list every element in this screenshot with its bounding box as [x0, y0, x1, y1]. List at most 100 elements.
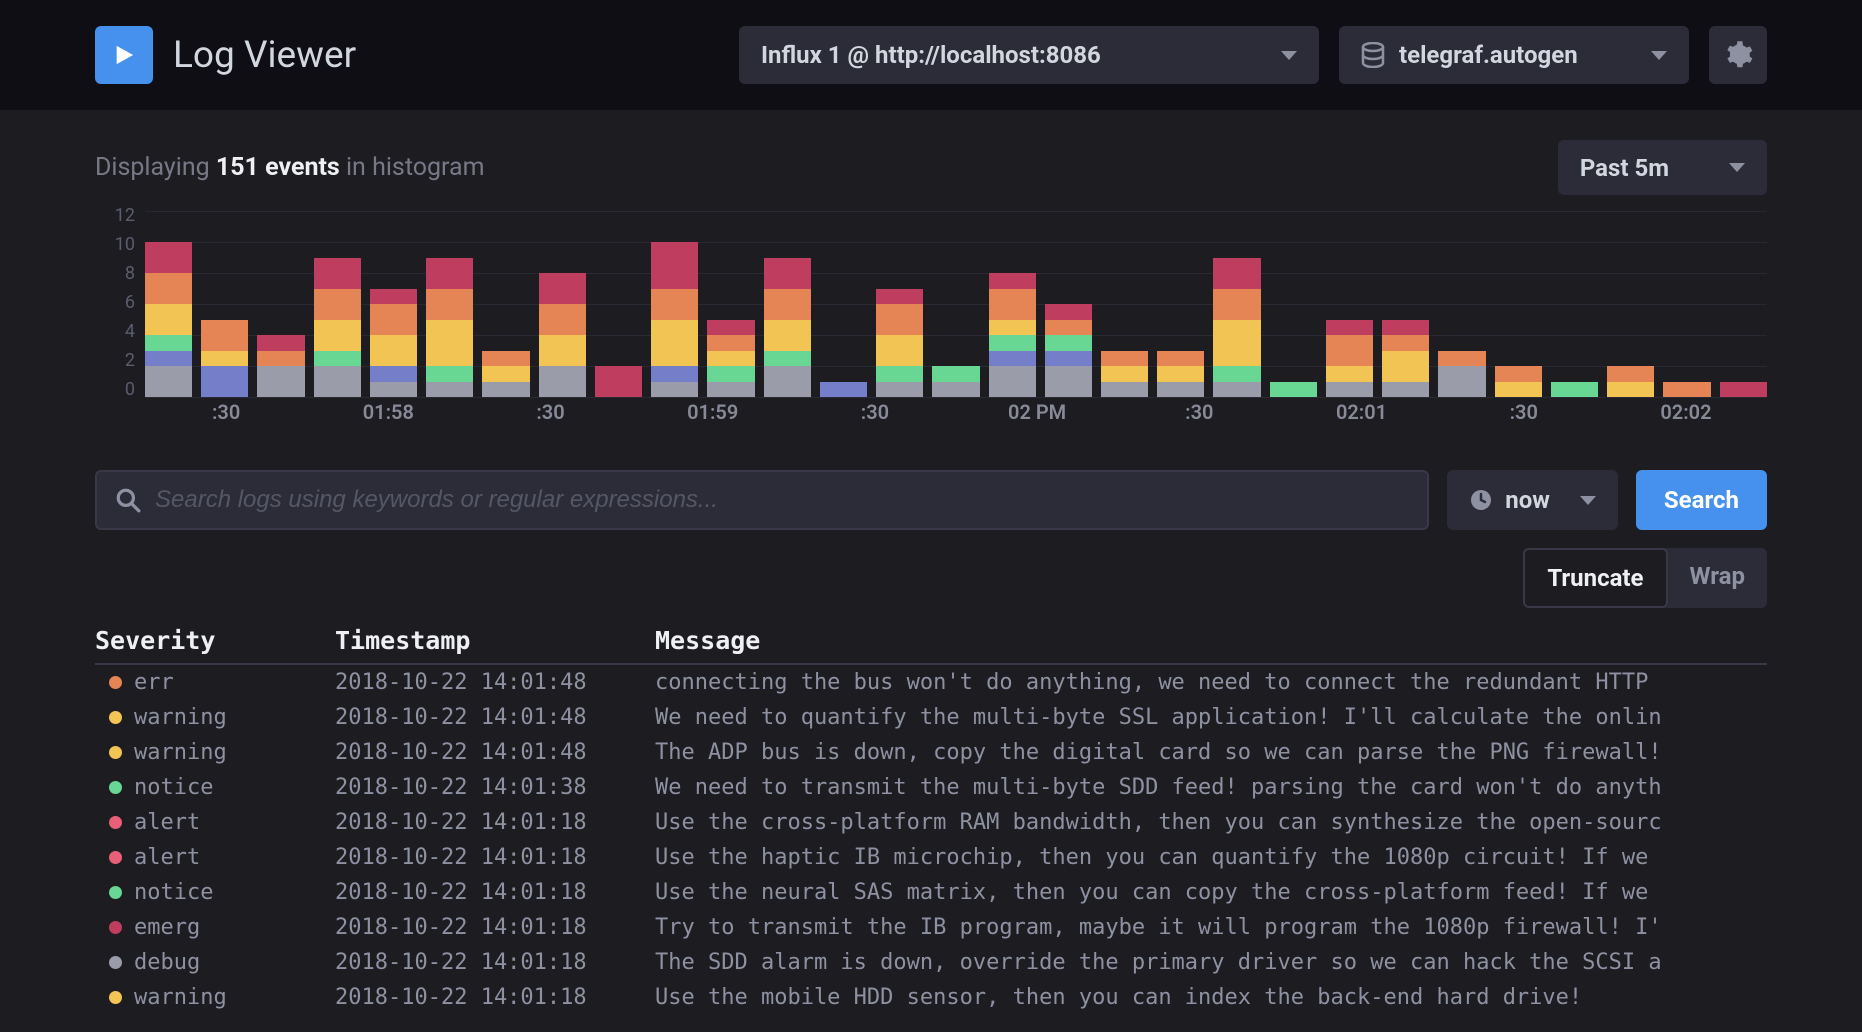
topbar: Log Viewer Influx 1 @ http://localhost:8… — [0, 0, 1862, 110]
histogram-bar[interactable] — [932, 366, 979, 397]
search-button[interactable]: Search — [1636, 470, 1767, 530]
timestamp-cell: 2018-10-22 14:01:18 — [335, 880, 655, 905]
timestamp-cell: 2018-10-22 14:01:48 — [335, 705, 655, 730]
play-icon — [113, 42, 135, 68]
table-row[interactable]: emerg2018-10-22 14:01:18Try to transmit … — [95, 910, 1767, 945]
play-button[interactable] — [95, 26, 153, 84]
gear-icon — [1723, 40, 1753, 70]
histogram-bar[interactable] — [1101, 351, 1148, 398]
histogram-bar[interactable] — [314, 258, 361, 398]
x-tick: :30 — [1443, 400, 1605, 430]
timestamp-cell: 2018-10-22 14:01:38 — [335, 775, 655, 800]
histogram-bar[interactable] — [1326, 320, 1373, 398]
timestamp-cell: 2018-10-22 14:01:48 — [335, 670, 655, 695]
histogram-bar[interactable] — [989, 273, 1036, 397]
histogram-bar[interactable] — [1213, 258, 1260, 398]
table-row[interactable]: alert2018-10-22 14:01:18Use the haptic I… — [95, 840, 1767, 875]
col-timestamp: Timestamp — [335, 626, 655, 655]
chevron-down-icon — [1651, 51, 1667, 60]
time-range-dropdown[interactable]: Past 5m — [1558, 140, 1767, 195]
histogram-bar[interactable] — [1045, 304, 1092, 397]
message-cell: Use the haptic IB microchip, then you ca… — [655, 845, 1767, 870]
bars-container — [145, 211, 1767, 397]
severity-cell: warning — [95, 985, 335, 1010]
histogram-bar[interactable] — [1495, 366, 1542, 397]
histogram-bar[interactable] — [145, 242, 192, 397]
search-input[interactable] — [155, 486, 1409, 514]
severity-dot — [109, 956, 122, 969]
message-cell: We need to quantify the multi-byte SSL a… — [655, 705, 1767, 730]
x-tick: 02:02 — [1605, 400, 1767, 430]
database-dropdown-label: telegraf.autogen — [1399, 41, 1578, 69]
severity-dot — [109, 781, 122, 794]
histogram-header: Displaying 151 events in histogram Past … — [95, 140, 1767, 195]
severity-cell: warning — [95, 740, 335, 765]
message-cell: Use the cross-platform RAM bandwidth, th… — [655, 810, 1767, 835]
table-row[interactable]: notice2018-10-22 14:01:38We need to tran… — [95, 770, 1767, 805]
clock-icon — [1469, 488, 1493, 512]
message-cell: The SDD alarm is down, override the prim… — [655, 950, 1767, 975]
histogram-bar[interactable] — [764, 258, 811, 398]
histogram-bar[interactable] — [539, 273, 586, 397]
x-tick: 02:01 — [1280, 400, 1442, 430]
histogram-bar[interactable] — [1720, 382, 1767, 398]
histogram-bar[interactable] — [426, 258, 473, 398]
histogram-bar[interactable] — [820, 382, 867, 398]
severity-cell: notice — [95, 775, 335, 800]
source-dropdown[interactable]: Influx 1 @ http://localhost:8086 — [739, 26, 1319, 84]
message-cell: We need to transmit the multi-byte SDD f… — [655, 775, 1767, 800]
message-cell: connecting the bus won't do anything, we… — [655, 670, 1767, 695]
truncate-button[interactable]: Truncate — [1523, 548, 1667, 608]
table-row[interactable]: warning2018-10-22 14:01:48The ADP bus is… — [95, 735, 1767, 770]
table-row[interactable]: warning2018-10-22 14:01:18Use the mobile… — [95, 980, 1767, 1015]
table-row[interactable]: debug2018-10-22 14:01:18The SDD alarm is… — [95, 945, 1767, 980]
severity-dot — [109, 921, 122, 934]
table-row[interactable]: warning2018-10-22 14:01:48We need to qua… — [95, 700, 1767, 735]
settings-button[interactable] — [1709, 26, 1767, 84]
message-cell: Use the mobile HDD sensor, then you can … — [655, 985, 1767, 1010]
time-dropdown[interactable]: now — [1447, 470, 1618, 530]
histogram-bar[interactable] — [1438, 351, 1485, 398]
wrap-button[interactable]: Wrap — [1668, 548, 1768, 608]
histogram-bar[interactable] — [1607, 366, 1654, 397]
chevron-down-icon — [1281, 51, 1297, 60]
table-row[interactable]: alert2018-10-22 14:01:18Use the cross-pl… — [95, 805, 1767, 840]
histogram-bar[interactable] — [1382, 320, 1429, 398]
histogram-bar[interactable] — [1270, 382, 1317, 398]
col-message: Message — [655, 626, 1767, 655]
histogram-bar[interactable] — [707, 320, 754, 398]
severity-cell: emerg — [95, 915, 335, 940]
severity-cell: notice — [95, 880, 335, 905]
search-box[interactable] — [95, 470, 1429, 530]
time-label: now — [1505, 486, 1550, 514]
message-cell: The ADP bus is down, copy the digital ca… — [655, 740, 1767, 765]
histogram-bar[interactable] — [201, 320, 248, 398]
histogram-bar[interactable] — [257, 335, 304, 397]
time-range-label: Past 5m — [1580, 154, 1669, 182]
severity-cell: alert — [95, 810, 335, 835]
histogram-bar[interactable] — [651, 242, 698, 397]
plot-area — [145, 211, 1767, 397]
severity-cell: warning — [95, 705, 335, 730]
table-row[interactable]: err2018-10-22 14:01:48connecting the bus… — [95, 665, 1767, 700]
wrap-toggle: Truncate Wrap — [95, 548, 1767, 608]
y-tick: 10 — [115, 234, 135, 255]
x-tick: :30 — [469, 400, 631, 430]
histogram-bar[interactable] — [370, 289, 417, 398]
x-tick: :30 — [794, 400, 956, 430]
x-tick: 01:59 — [632, 400, 794, 430]
histogram-bar[interactable] — [1157, 351, 1204, 398]
histogram-bar[interactable] — [1663, 382, 1710, 398]
histogram-bar[interactable] — [595, 366, 642, 397]
chevron-down-icon — [1729, 163, 1745, 172]
histogram-bar[interactable] — [1551, 382, 1598, 398]
table-row[interactable]: notice2018-10-22 14:01:18Use the neural … — [95, 875, 1767, 910]
timestamp-cell: 2018-10-22 14:01:18 — [335, 810, 655, 835]
message-cell: Use the neural SAS matrix, then you can … — [655, 880, 1767, 905]
database-dropdown[interactable]: telegraf.autogen — [1339, 26, 1689, 84]
x-axis: :3001:58:3001:59:3002 PM:3002:01:3002:02 — [145, 400, 1767, 430]
severity-dot — [109, 676, 122, 689]
histogram-bar[interactable] — [876, 289, 923, 398]
severity-cell: debug — [95, 950, 335, 975]
histogram-bar[interactable] — [482, 351, 529, 398]
